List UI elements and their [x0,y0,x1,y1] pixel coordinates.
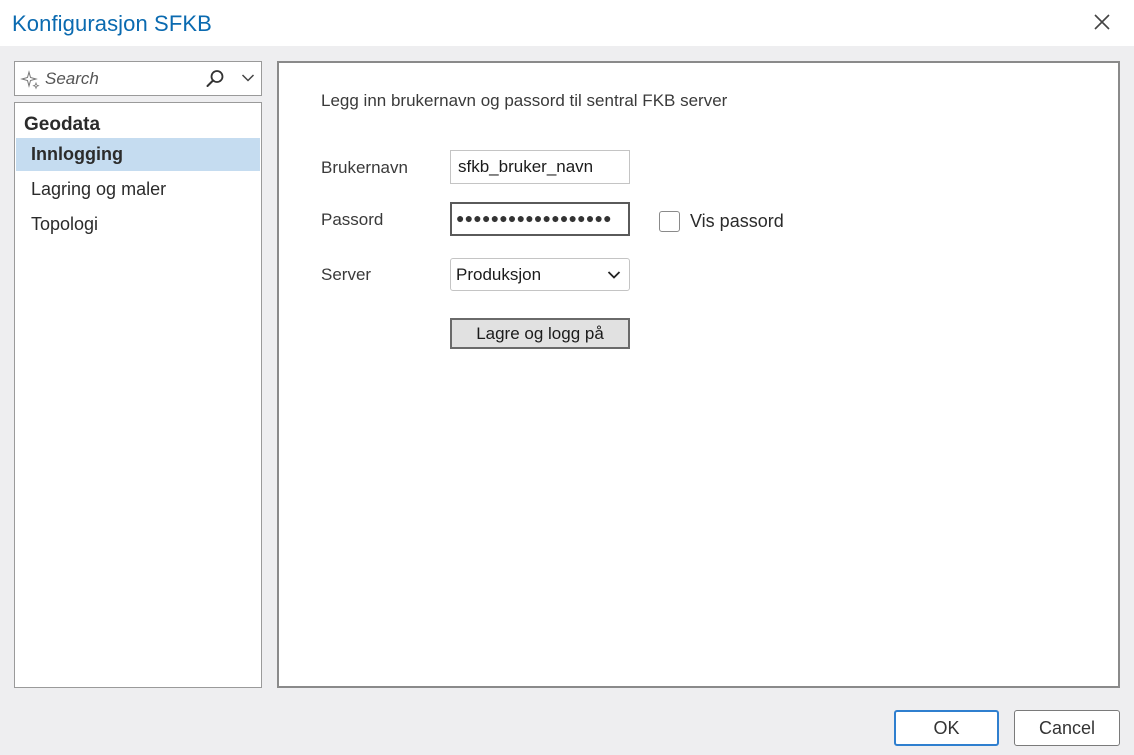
sparkle-icon [20,70,40,90]
ok-button[interactable]: OK [894,710,999,746]
intro-text: Legg inn brukernavn og passord til sentr… [321,91,728,110]
cancel-button[interactable]: Cancel [1014,710,1120,746]
username-field[interactable]: sfkb_bruker_navn [450,150,630,184]
save-and-login-button[interactable]: Lagre og logg på [450,318,630,349]
show-password-label: Vis passord [690,210,784,231]
chevron-down-icon[interactable] [241,73,255,83]
server-select[interactable]: Produksjon [450,258,630,291]
sidebar-nav: Geodata Innlogging Lagring og maler Topo… [14,102,262,688]
sidebar-item-innlogging[interactable]: Innlogging [16,138,260,171]
sidebar-item-lagring-og-maler[interactable]: Lagring og maler [16,173,260,206]
search-input[interactable] [45,66,211,92]
close-button[interactable] [1086,6,1118,38]
password-field[interactable]: ●●●●●●●●●●●●●●●●●● [450,202,630,236]
sidebar-item-topologi[interactable]: Topologi [16,208,260,241]
sidebar-group-geodata: Geodata [24,114,101,135]
settings-panel: Legg inn brukernavn og passord til sentr… [277,61,1120,688]
password-label: Passord [321,210,384,229]
username-label: Brukernavn [321,158,408,177]
show-password-checkbox[interactable] [659,210,680,232]
chevron-down-icon [607,271,621,279]
show-password-toggle[interactable]: Vis passord [659,209,784,233]
title-bar: Konfigurasjon SFKB [0,0,1134,46]
window-title: Konfigurasjon SFKB [12,11,212,36]
close-icon [1094,14,1110,30]
server-label: Server [321,265,372,284]
server-select-value: Produksjon [456,265,542,284]
search-box[interactable] [14,61,262,96]
search-icon[interactable] [205,69,225,89]
